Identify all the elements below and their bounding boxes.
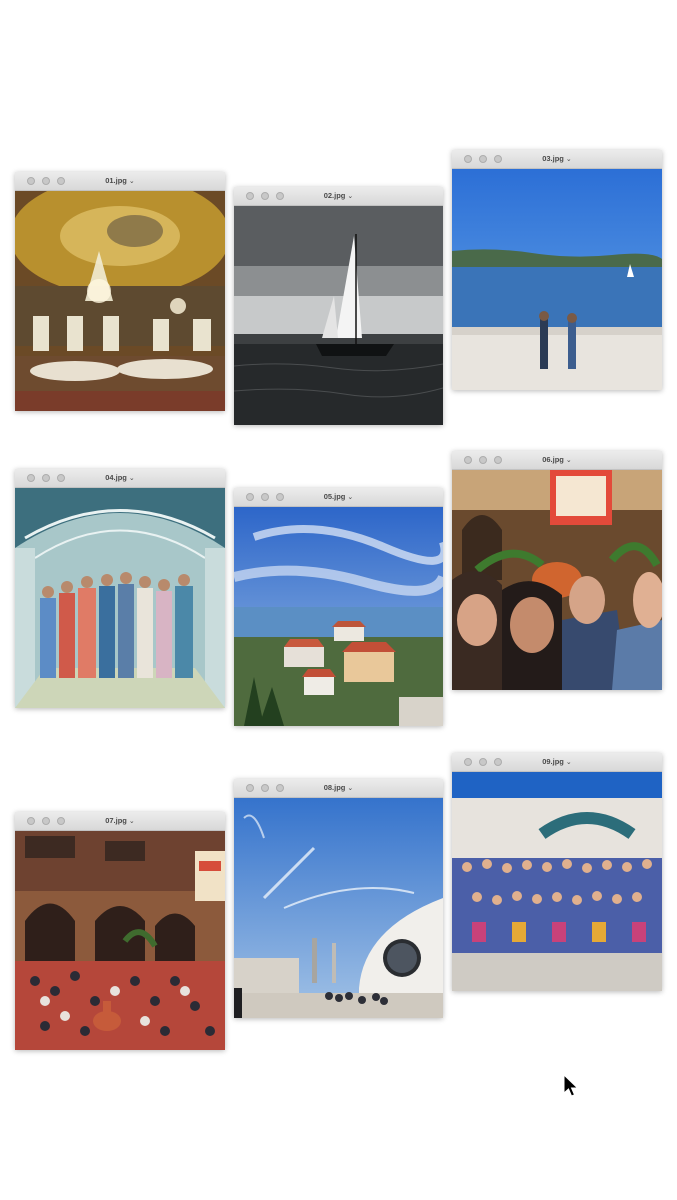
- window-title: 02.jpg: [323, 191, 346, 200]
- window-titlebar[interactable]: 01.jpg ⌄: [15, 172, 225, 191]
- photo-window-04[interactable]: 04.jpg ⌄: [15, 469, 225, 708]
- window-titlebar[interactable]: 05.jpg ⌄: [234, 488, 443, 507]
- photo-window-07[interactable]: 07.jpg ⌄: [15, 812, 225, 1050]
- window-titlebar[interactable]: 08.jpg ⌄: [234, 779, 443, 798]
- chevron-down-icon[interactable]: ⌄: [566, 759, 572, 766]
- photo-window-08[interactable]: 08.jpg ⌄: [234, 779, 443, 1018]
- window-title: 03.jpg: [542, 154, 564, 163]
- window-title: 09.jpg: [542, 757, 564, 766]
- photo-image: [452, 169, 662, 390]
- chevron-down-icon[interactable]: ⌄: [566, 457, 572, 464]
- mouse-pointer-icon: [563, 1074, 579, 1097]
- chevron-down-icon[interactable]: ⌄: [129, 818, 135, 825]
- chevron-down-icon[interactable]: ⌄: [129, 178, 135, 185]
- window-titlebar[interactable]: 02.jpg ⌄: [234, 187, 443, 206]
- photo-window-02[interactable]: 02.jpg ⌄: [234, 187, 443, 425]
- photo-image: [234, 507, 443, 726]
- window-title: 06.jpg: [542, 455, 564, 464]
- photo-image: [234, 206, 443, 425]
- window-titlebar[interactable]: 06.jpg ⌄: [452, 451, 662, 470]
- window-title: 04.jpg: [105, 473, 127, 482]
- window-titlebar[interactable]: 03.jpg ⌄: [452, 150, 662, 169]
- photo-image: [452, 772, 662, 991]
- window-titlebar[interactable]: 09.jpg ⌄: [452, 753, 662, 772]
- photo-image: [234, 798, 443, 1018]
- chevron-down-icon[interactable]: ⌄: [566, 156, 572, 163]
- photo-window-05[interactable]: 05.jpg ⌄: [234, 488, 443, 726]
- window-title: 01.jpg: [105, 176, 127, 185]
- chevron-down-icon[interactable]: ⌄: [347, 193, 353, 200]
- window-titlebar[interactable]: 07.jpg ⌄: [15, 812, 225, 831]
- photo-window-09[interactable]: 09.jpg ⌄: [452, 753, 662, 991]
- chevron-down-icon[interactable]: ⌄: [129, 475, 135, 482]
- photo-window-06[interactable]: 06.jpg ⌄: [452, 451, 662, 690]
- photo-image: [15, 191, 225, 411]
- chevron-down-icon[interactable]: ⌄: [347, 785, 353, 792]
- window-titlebar[interactable]: 04.jpg ⌄: [15, 469, 225, 488]
- photo-image: [452, 470, 662, 690]
- photo-image: [15, 488, 225, 708]
- chevron-down-icon[interactable]: ⌄: [347, 494, 353, 501]
- window-title: 07.jpg: [105, 816, 127, 825]
- photo-window-01[interactable]: 01.jpg ⌄: [15, 172, 225, 411]
- photo-image: [15, 831, 225, 1050]
- photo-window-03[interactable]: 03.jpg ⌄: [452, 150, 662, 390]
- window-title: 08.jpg: [323, 783, 346, 792]
- window-title: 05.jpg: [323, 492, 346, 501]
